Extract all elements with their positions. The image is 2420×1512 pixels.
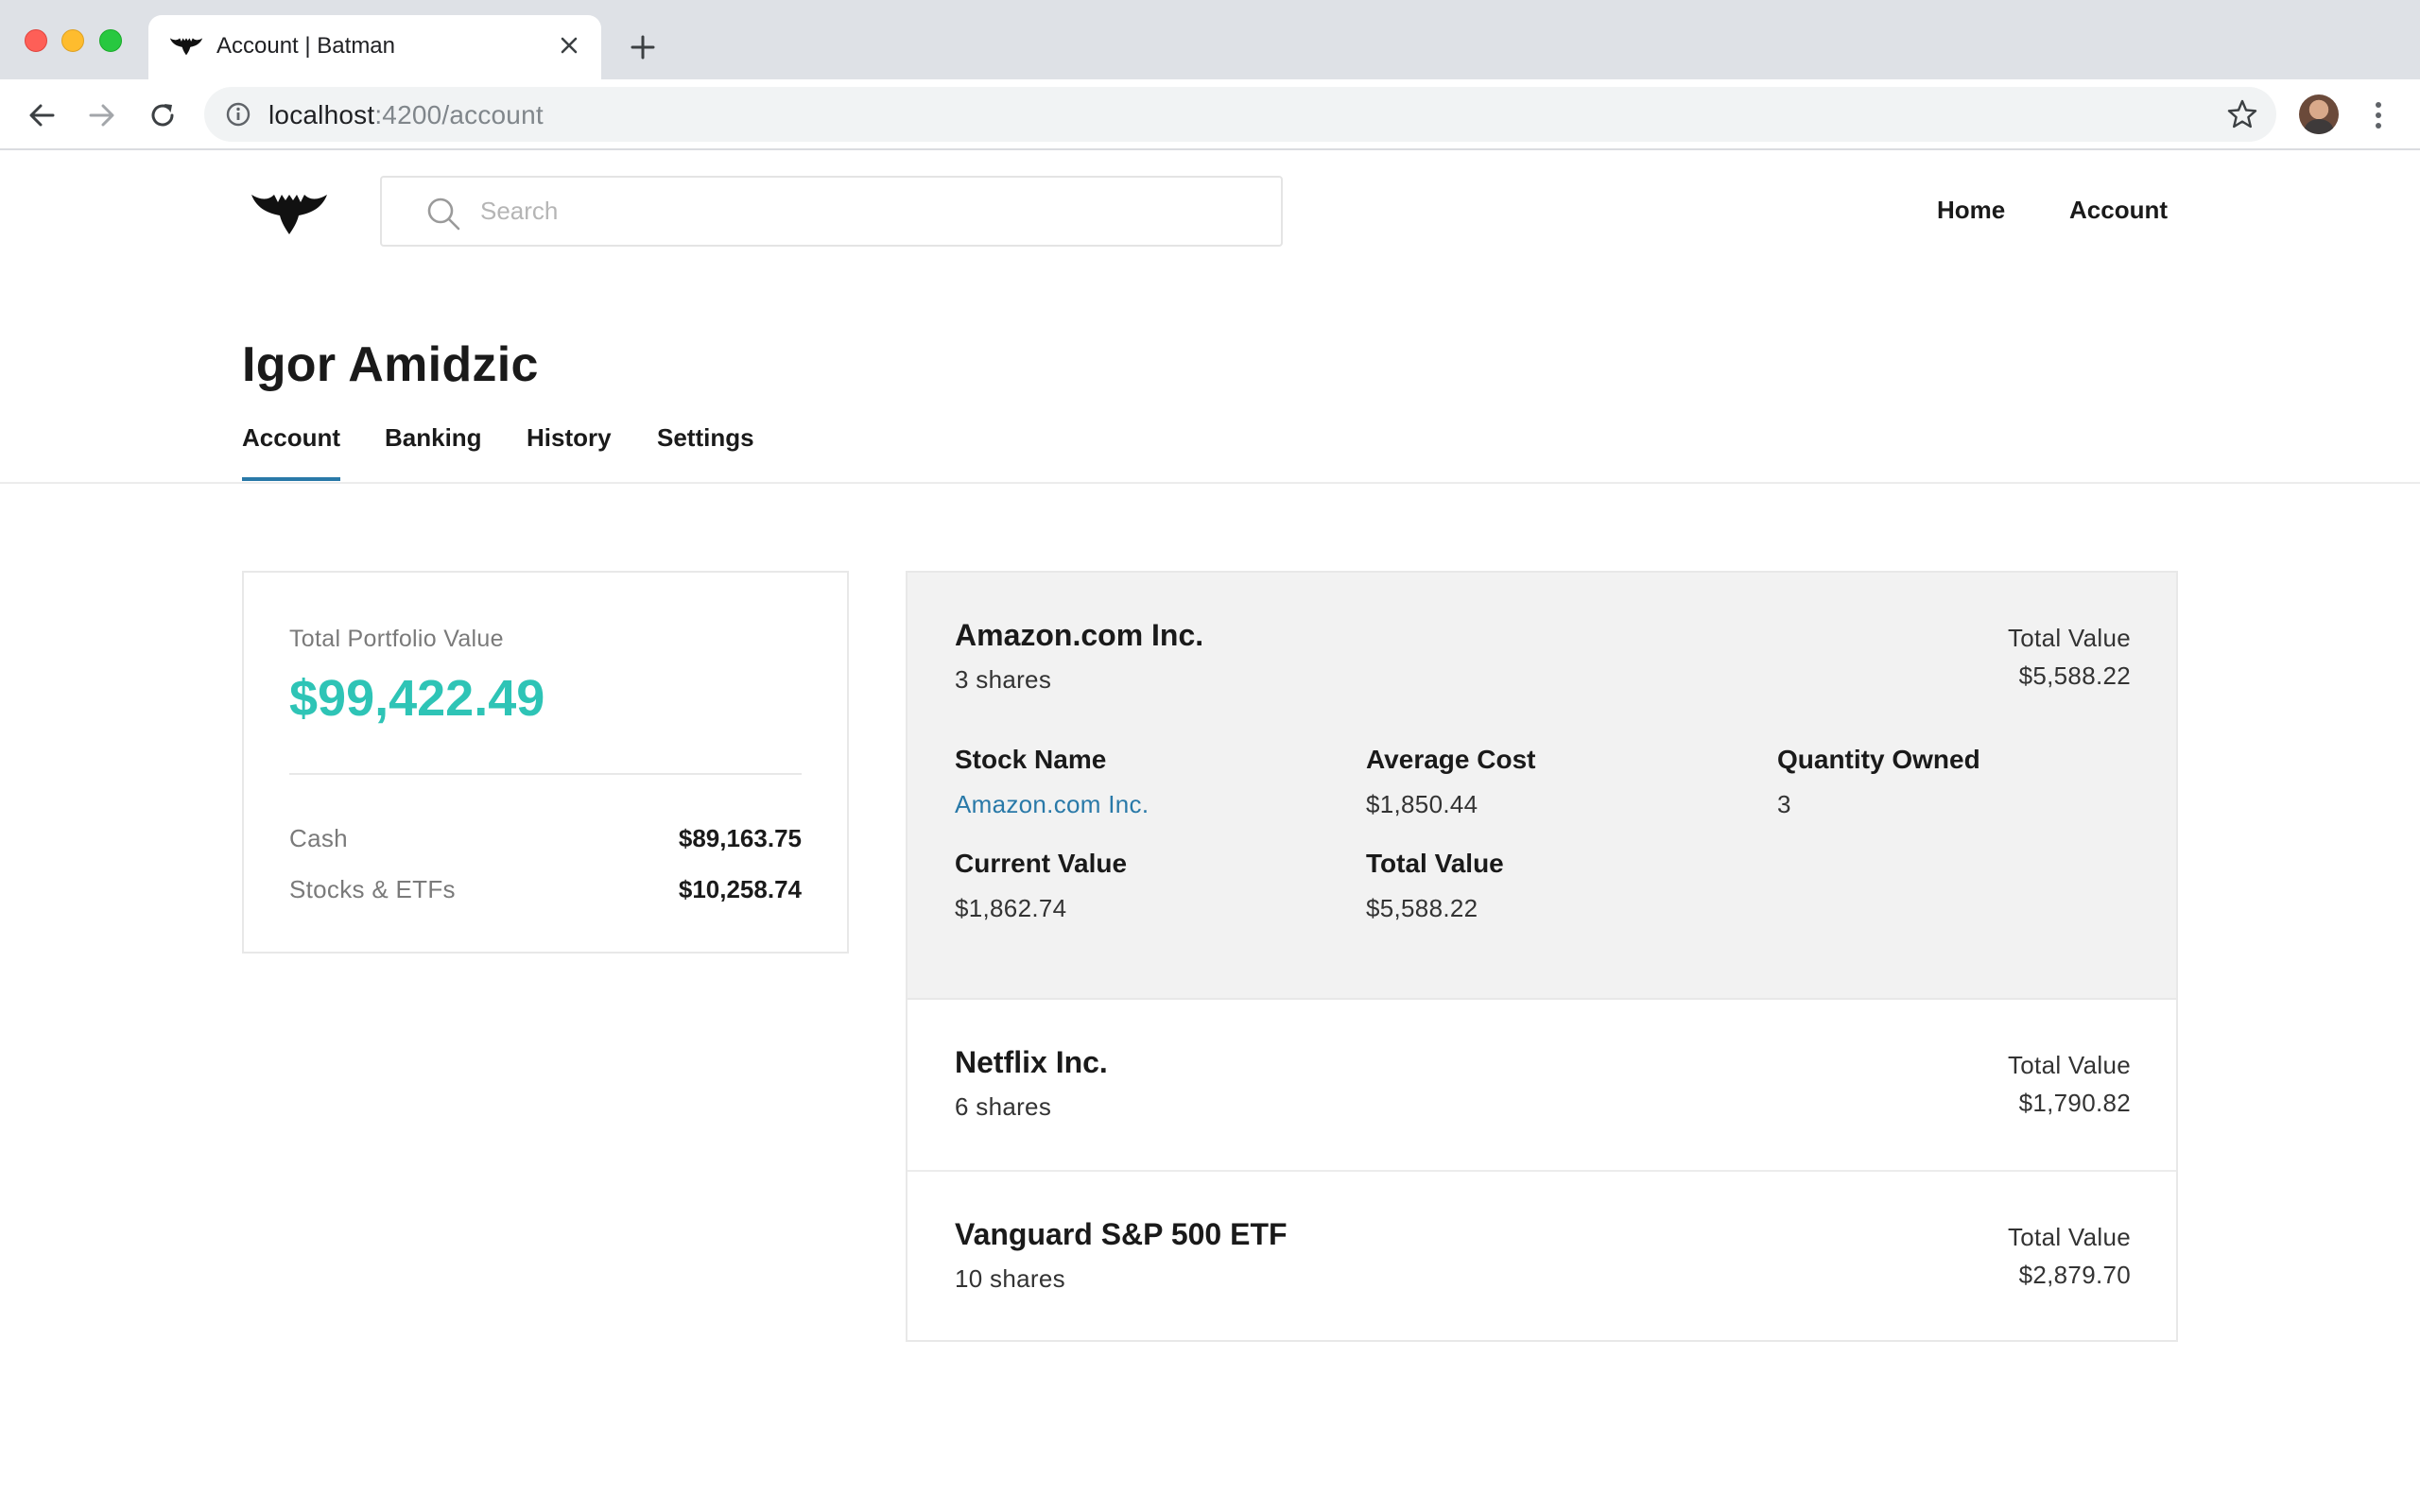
search-box[interactable] <box>380 176 1283 247</box>
cash-label: Cash <box>289 824 348 852</box>
detail-label: Quantity Owned <box>1777 745 1980 774</box>
window-close-button[interactable] <box>25 29 47 52</box>
url-path: :4200/account <box>374 100 544 129</box>
cash-row: Cash $89,163.75 <box>289 824 802 853</box>
holding-item-vanguard[interactable]: Vanguard S&P 500 ETF 10 shares Total Val… <box>908 1172 2176 1342</box>
holding-total-value: $2,879.70 <box>2018 1261 2131 1289</box>
account-subtabs: Account Banking History Settings <box>0 416 2420 484</box>
stock-name-link[interactable]: Amazon.com Inc. <box>955 790 1149 819</box>
url-host: localhost <box>268 100 375 129</box>
detail-label: Current Value <box>955 849 1128 878</box>
stocks-label: Stocks & ETFs <box>289 875 456 903</box>
holding-shares: 3 shares <box>955 665 1052 694</box>
address-bar[interactable]: localhost:4200/account <box>204 87 2276 142</box>
browser-toolbar: localhost:4200/account <box>0 79 2420 150</box>
reload-icon[interactable] <box>142 94 183 136</box>
url-text: localhost:4200/account <box>268 100 544 130</box>
holding-name: Vanguard S&P 500 ETF <box>955 1217 1288 1251</box>
summary-divider <box>289 773 802 775</box>
browser-tabstrip: Account | Batman <box>0 0 2420 79</box>
detail-quantity-owned: Quantity Owned 3 <box>1777 745 1980 819</box>
kebab-menu-icon[interactable] <box>2361 94 2395 136</box>
bat-logo-icon[interactable] <box>250 189 329 234</box>
tab-account[interactable]: Account <box>242 423 340 481</box>
detail-stock-name: Stock Name Amazon.com Inc. <box>955 745 1149 819</box>
total-portfolio-label: Total Portfolio Value <box>289 626 504 652</box>
page-title: Igor Amidzic <box>242 337 539 392</box>
search-input[interactable] <box>480 178 1255 245</box>
profile-avatar[interactable] <box>2299 94 2339 134</box>
nav-account-link[interactable]: Account <box>2069 196 2168 225</box>
info-icon[interactable] <box>223 99 253 129</box>
detail-average-cost: Average Cost $1,850.44 <box>1366 745 1535 819</box>
detail-total-value: Total Value $5,588.22 <box>1366 849 1504 923</box>
detail-value: $1,862.74 <box>955 894 1067 922</box>
tab-history[interactable]: History <box>527 423 612 477</box>
nav-home-link[interactable]: Home <box>1937 196 2005 225</box>
detail-current-value: Current Value $1,862.74 <box>955 849 1127 923</box>
star-icon[interactable] <box>2225 97 2259 131</box>
detail-value: 3 <box>1777 790 1791 818</box>
stocks-row: Stocks & ETFs $10,258.74 <box>289 875 802 904</box>
window-maximize-button[interactable] <box>99 29 122 52</box>
holding-name: Amazon.com Inc. <box>955 618 1204 652</box>
search-icon <box>427 198 460 231</box>
portfolio-summary-card: Total Portfolio Value $99,422.49 Cash $8… <box>242 571 849 954</box>
detail-label: Average Cost <box>1366 745 1536 774</box>
back-arrow-icon[interactable] <box>21 94 62 136</box>
tab-banking[interactable]: Banking <box>385 423 482 477</box>
holding-item-amazon[interactable]: Amazon.com Inc. 3 shares Total Value $5,… <box>908 573 2176 1000</box>
detail-value: $5,588.22 <box>1366 894 1478 922</box>
browser-tab[interactable]: Account | Batman <box>148 15 601 79</box>
new-tab-plus-icon[interactable] <box>622 26 664 68</box>
holding-shares: 6 shares <box>955 1092 1052 1121</box>
holding-item-netflix[interactable]: Netflix Inc. 6 shares Total Value $1,790… <box>908 1000 2176 1172</box>
holdings-list: Amazon.com Inc. 3 shares Total Value $5,… <box>906 571 2178 1342</box>
holding-total-value-label: Total Value <box>2007 1223 2131 1251</box>
window-minimize-button[interactable] <box>61 29 84 52</box>
holding-shares: 10 shares <box>955 1264 1065 1293</box>
forward-arrow-icon[interactable] <box>81 94 123 136</box>
cash-value: $89,163.75 <box>678 824 802 852</box>
holding-total-value: $5,588.22 <box>2018 662 2131 690</box>
detail-label: Stock Name <box>955 745 1107 774</box>
bat-favicon-icon <box>169 38 203 56</box>
detail-value: $1,850.44 <box>1366 790 1478 818</box>
holding-total-value-label: Total Value <box>2007 624 2131 652</box>
holding-total-value-label: Total Value <box>2007 1051 2131 1079</box>
total-portfolio-value: $99,422.49 <box>289 670 545 727</box>
holding-total-value: $1,790.82 <box>2018 1089 2131 1117</box>
tab-close-icon[interactable] <box>552 28 586 62</box>
holding-name: Netflix Inc. <box>955 1045 1108 1079</box>
tab-settings[interactable]: Settings <box>657 423 754 477</box>
stocks-value: $10,258.74 <box>678 875 802 903</box>
detail-label: Total Value <box>1366 849 1504 878</box>
tab-title: Account | Batman <box>216 33 395 59</box>
